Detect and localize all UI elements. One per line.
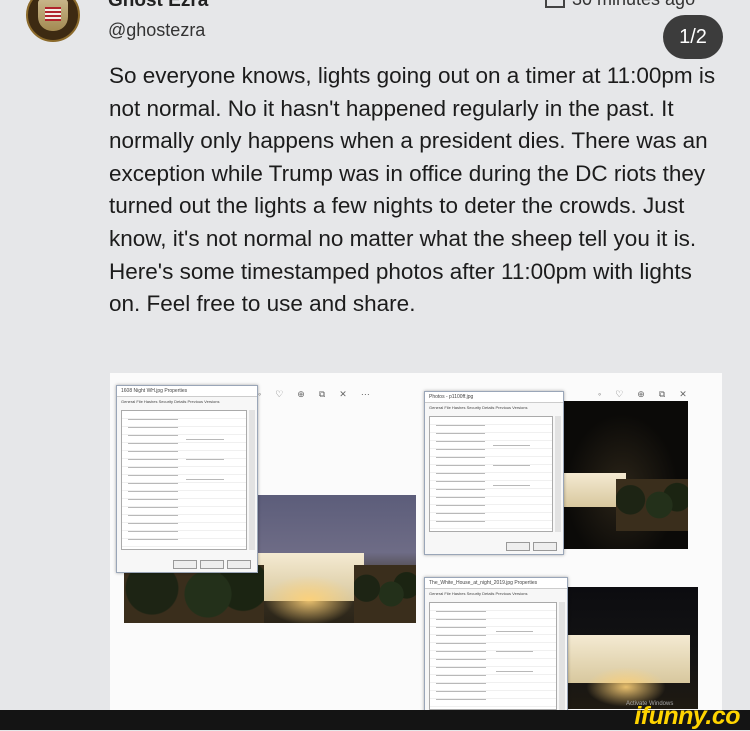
dialog-scrollbar[interactable]: [249, 410, 255, 550]
viewer-toolbar-right: ◦ ♡ ⊕ ⧉ ✕: [598, 389, 687, 401]
delete-icon-2: ✕: [679, 389, 687, 399]
tree-line-2: [616, 479, 688, 531]
bookmark-icon[interactable]: [545, 0, 565, 8]
dialog-tabs[interactable]: General File Hashes Security Details Pre…: [117, 397, 257, 409]
heart-icon-2: ♡: [615, 389, 624, 399]
ifunny-logo[interactable]: ifunny.co: [634, 702, 740, 731]
heart-icon: ♡: [275, 389, 284, 399]
dialog-buttons-2[interactable]: [506, 542, 557, 551]
cancel-button[interactable]: [200, 560, 224, 569]
ok-button-2[interactable]: [506, 542, 530, 551]
image-pager-badge: 1/2: [663, 15, 723, 59]
details-list-2: [429, 416, 553, 532]
viewer-toolbar-left: ◦ ♡ ⊕ ⧉ ✕ ⋯: [258, 389, 370, 401]
ok-button[interactable]: [173, 560, 197, 569]
dialog-scrollbar-3[interactable]: [559, 602, 565, 710]
author-handle[interactable]: @ghostezra: [108, 20, 205, 41]
dialog-scrollbar-2[interactable]: [555, 416, 561, 532]
tree-line-right: [354, 565, 416, 623]
dialog-title-3: The_White_House_at_night_2019.jpg Proper…: [425, 578, 567, 589]
apply-button[interactable]: [227, 560, 251, 569]
properties-dialog-3[interactable]: The_White_House_at_night_2019.jpg Proper…: [424, 577, 568, 710]
details-list: [121, 410, 247, 550]
zoom-icon: ⊕: [297, 389, 305, 399]
details-list-3: [429, 602, 557, 710]
fountain-glow: [264, 575, 354, 625]
white-house-photo-3: [556, 587, 698, 709]
seal-avatar[interactable]: [26, 0, 80, 42]
properties-dialog-1[interactable]: 1608 Night WH.jpg Properties General Fil…: [116, 385, 258, 573]
properties-dialog-2[interactable]: Photos - p1100ff.jpg General File Hashes…: [424, 391, 564, 555]
delete-icon: ✕: [339, 389, 347, 399]
crop-icon-2: ⧉: [658, 389, 666, 399]
crop-icon: ⧉: [318, 389, 326, 399]
rotate-icon: ◦: [258, 389, 262, 399]
dialog-title-2: Photos - p1100ff.jpg: [425, 392, 563, 403]
more-icon: ⋯: [360, 389, 370, 399]
post-text: So everyone knows, lights going out on a…: [109, 63, 716, 317]
tree-line: [124, 565, 264, 623]
rotate-icon-2: ◦: [598, 389, 602, 399]
dialog-tabs-2[interactable]: General File Hashes Security Details Pre…: [425, 403, 563, 415]
post-timestamp: 30 minutes ago: [572, 0, 695, 10]
dialog-tabs-3[interactable]: General File Hashes Security Details Pre…: [425, 589, 567, 601]
dialog-buttons[interactable]: [173, 560, 251, 569]
dialog-title: 1608 Night WH.jpg Properties: [117, 386, 257, 397]
zoom-icon-2: ⊕: [637, 389, 645, 399]
author-name[interactable]: Ghost Ezra: [108, 0, 208, 12]
post-header: Ghost Ezra @ghostezra 30 minutes ago 1/2: [0, 0, 750, 60]
cancel-button-2[interactable]: [533, 542, 557, 551]
seal-emblem: [38, 0, 68, 31]
white-house-photo-2: [556, 401, 688, 549]
embedded-screenshot: ◦ ♡ ⊕ ⧉ ✕ ⋯ ◦ ♡ ⊕ ⧉ ✕ 1608 Night WH.jpg Propertie…: [110, 373, 722, 710]
